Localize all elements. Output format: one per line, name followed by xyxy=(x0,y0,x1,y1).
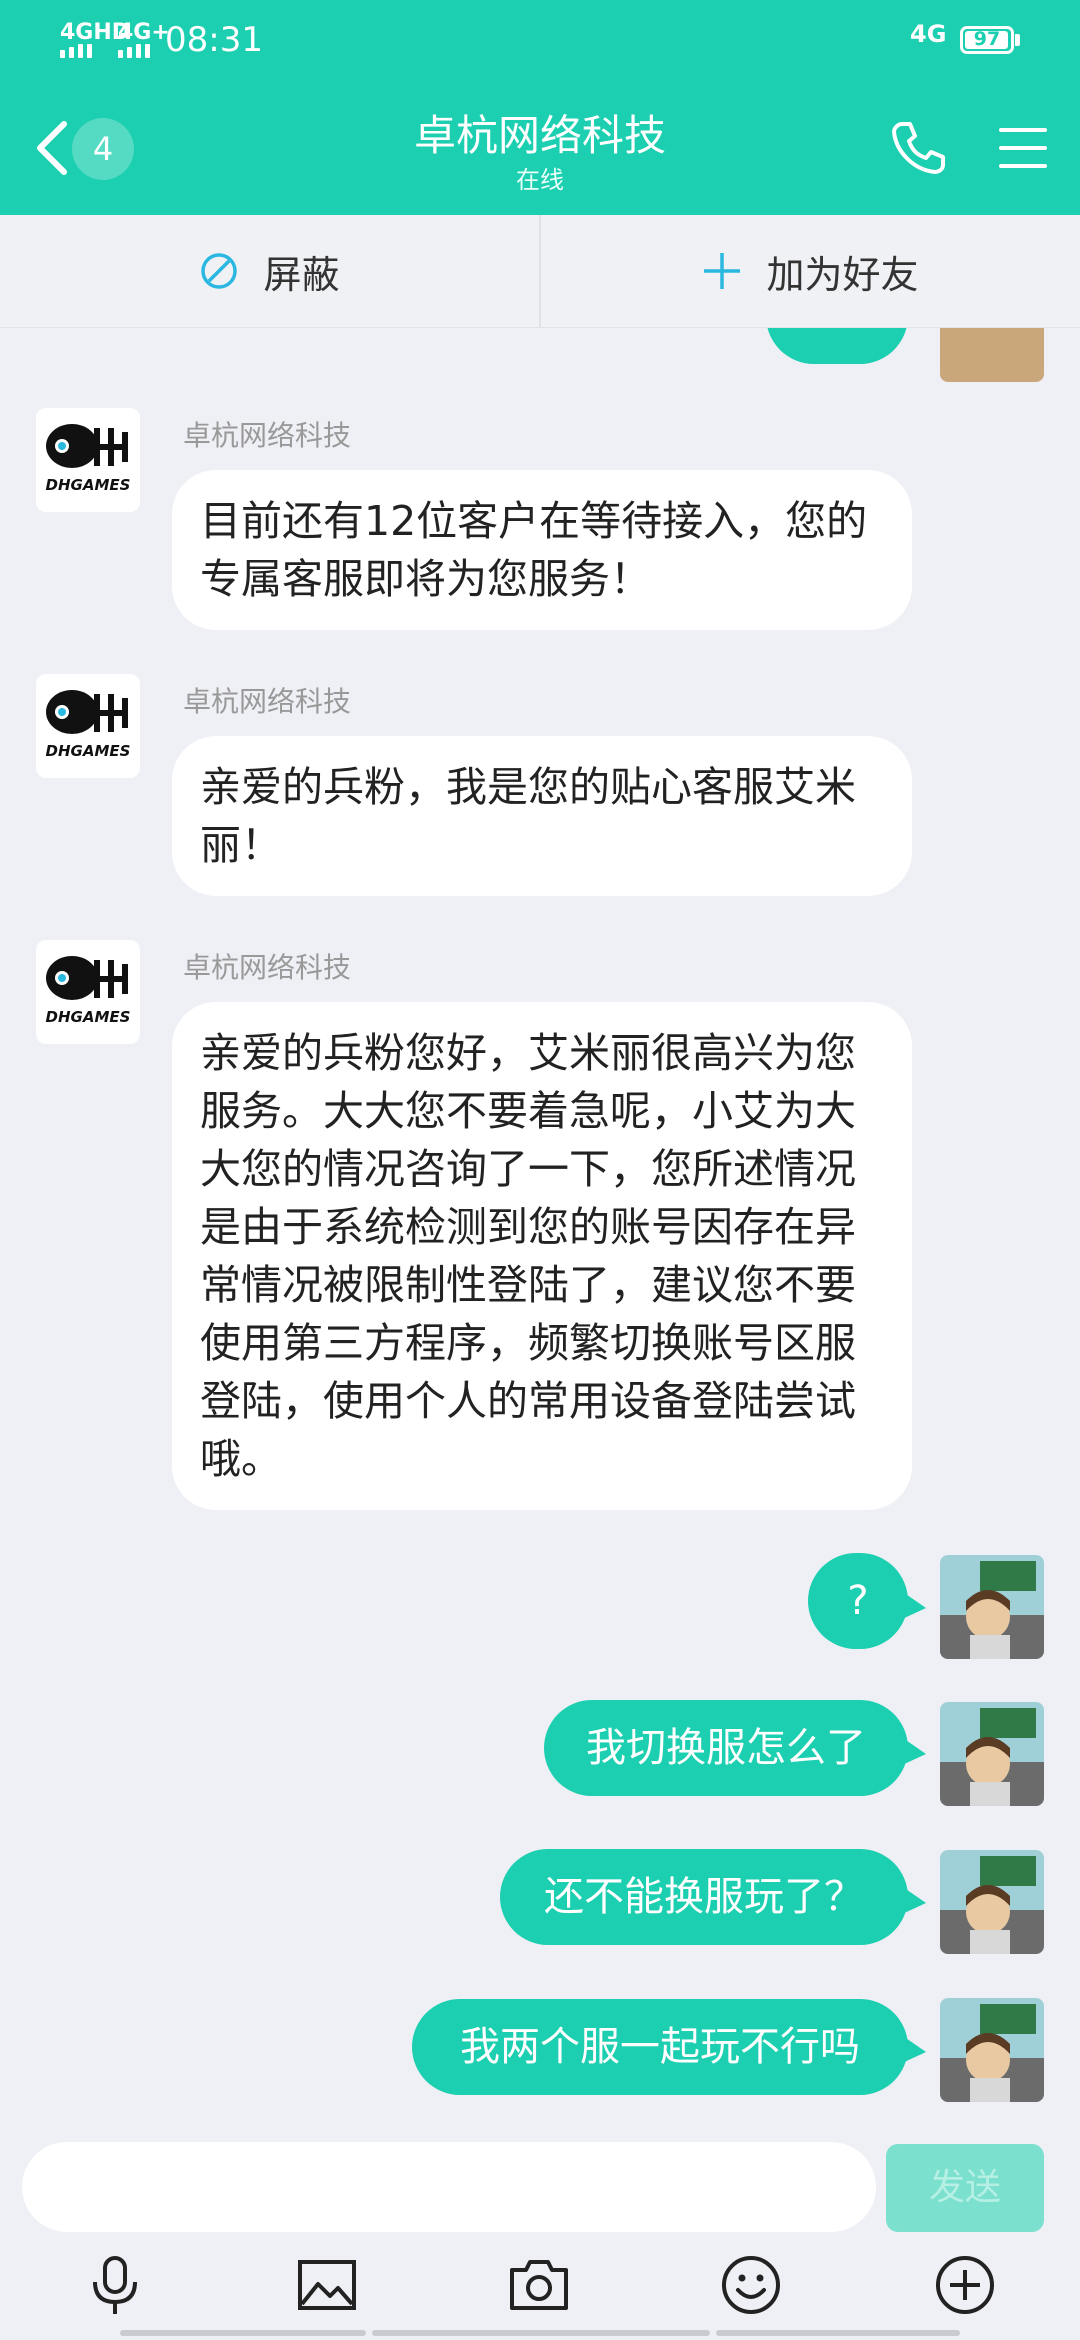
sender-name: 卓杭网络科技 xyxy=(183,685,352,718)
menu-icon[interactable] xyxy=(998,124,1048,172)
send-button[interactable]: 发送 xyxy=(886,2144,1044,2232)
user-avatar-image xyxy=(940,1998,1044,2102)
network-indicator: 4G xyxy=(910,20,947,48)
add-friend-label: 加为好友 xyxy=(766,252,919,297)
add-friend-button[interactable]: 加为好友 xyxy=(541,215,1080,327)
my-message-bubble[interactable]: ? xyxy=(808,1553,908,1649)
user-avatar[interactable] xyxy=(940,328,1044,382)
user-avatar[interactable] xyxy=(940,1702,1044,1806)
phone-icon[interactable] xyxy=(888,118,948,178)
service-avatar[interactable]: DHGAMES xyxy=(36,408,140,512)
user-avatar-image xyxy=(940,1702,1044,1806)
signal-1-bars-icon xyxy=(60,44,92,58)
plus-circle-icon[interactable] xyxy=(932,2252,998,2318)
block-label: 屏蔽 xyxy=(263,252,340,297)
bubble-tail xyxy=(900,1885,926,1915)
sender-name: 卓杭网络科技 xyxy=(183,951,352,984)
camera-icon[interactable] xyxy=(506,2252,572,2318)
chat-area[interactable]: DHGAMES 卓杭网络科技 目前还有12位客户在等待接入，您的专属客服即将为您… xyxy=(0,328,1080,2118)
user-avatar-image xyxy=(940,1555,1044,1659)
battery-icon: 97 xyxy=(960,26,1014,54)
service-avatar[interactable]: DHGAMES xyxy=(36,674,140,778)
battery-tip xyxy=(1015,34,1020,46)
action-bar: 屏蔽 加为好友 xyxy=(0,215,1080,328)
status-bar: 4GHD 4G+ 08:31 4G 97 xyxy=(0,0,1080,80)
dhgames-logo: DHGAMES xyxy=(46,690,131,760)
nav-indicator xyxy=(120,2330,366,2336)
signal-2-label: 4G+ xyxy=(118,20,170,45)
block-icon xyxy=(201,253,238,289)
message-bubble[interactable]: 亲爱的兵粉您好，艾米丽很高兴为您服务。大大您不要着急呢，小艾为大大您的情况咨询了… xyxy=(172,1002,912,1510)
plus-icon xyxy=(704,253,741,289)
message-bubble[interactable]: 目前还有12位客户在等待接入，您的专属客服即将为您服务！ xyxy=(172,470,912,630)
signal-2-bars-icon xyxy=(118,44,150,58)
nav-indicator xyxy=(716,2330,960,2336)
user-avatar[interactable] xyxy=(940,1998,1044,2102)
bubble-tail xyxy=(900,1590,926,1620)
block-button[interactable]: 屏蔽 xyxy=(0,215,539,327)
bubble-tail xyxy=(900,1736,926,1766)
user-avatar[interactable] xyxy=(940,1555,1044,1659)
logo-text: DHGAMES xyxy=(46,742,131,760)
logo-text: DHGAMES xyxy=(46,476,131,494)
message-input[interactable] xyxy=(22,2142,876,2232)
my-message-bubble[interactable]: 还不能换服玩了？ xyxy=(500,1849,908,1945)
input-bar: 发送 xyxy=(0,2118,1080,2238)
chat-header: 4GHD 4G+ 08:31 4G 97 4 卓杭网络科技 在线 xyxy=(0,0,1080,215)
dhgames-logo: DHGAMES xyxy=(46,424,131,494)
sender-name: 卓杭网络科技 xyxy=(183,419,352,452)
previous-message-bubble xyxy=(766,328,908,364)
nav-indicator xyxy=(372,2330,710,2336)
message-bubble[interactable]: 亲爱的兵粉，我是您的贴心客服艾米丽！ xyxy=(172,736,912,896)
bubble-tail xyxy=(900,2034,926,2064)
emoji-icon[interactable] xyxy=(718,2252,784,2318)
user-avatar-image xyxy=(940,1850,1044,1954)
input-toolbar xyxy=(0,2238,1080,2340)
logo-text: DHGAMES xyxy=(46,1008,131,1026)
image-icon[interactable] xyxy=(294,2252,360,2318)
user-avatar[interactable] xyxy=(940,1850,1044,1954)
status-time: 08:31 xyxy=(165,20,263,60)
battery-level: 97 xyxy=(973,28,1001,50)
dhgames-logo: DHGAMES xyxy=(46,956,131,1026)
my-message-bubble[interactable]: 我切换服怎么了 xyxy=(544,1700,908,1796)
service-avatar[interactable]: DHGAMES xyxy=(36,940,140,1044)
microphone-icon[interactable] xyxy=(82,2252,148,2318)
my-message-bubble[interactable]: 我两个服一起玩不行吗 xyxy=(412,1999,908,2095)
